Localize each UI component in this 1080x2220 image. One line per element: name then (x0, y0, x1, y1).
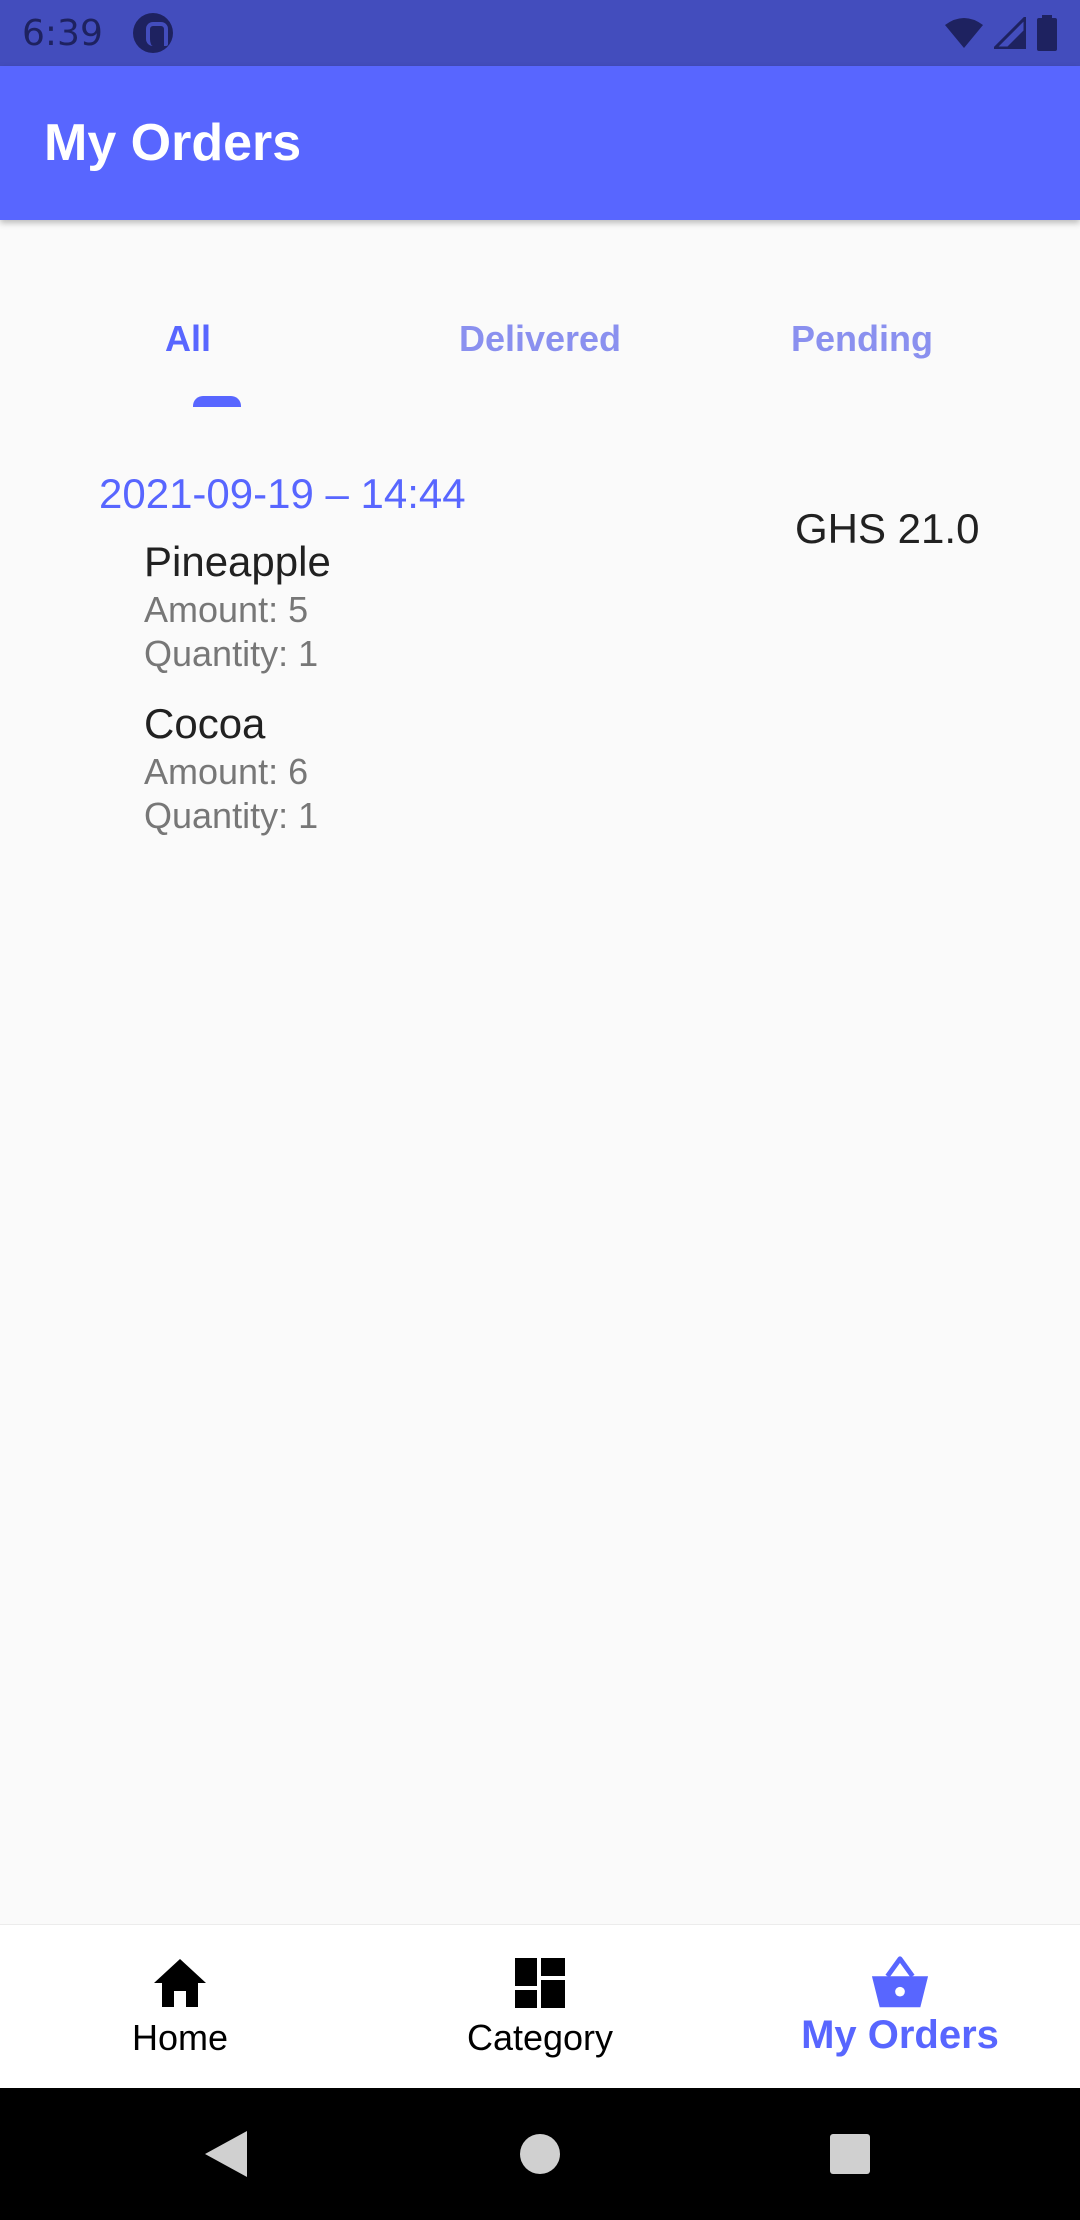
nav-home-label: Home (131, 2017, 229, 2058)
status-bar: 6:39 (0, 0, 1080, 66)
item-amount: Amount: 6 (144, 751, 309, 792)
tab-all-label: All (164, 318, 211, 359)
recents-button[interactable] (790, 2088, 910, 2220)
recents-icon (830, 2134, 870, 2174)
tab-pending[interactable]: Pending (752, 300, 972, 410)
nav-category[interactable]: Category (360, 1925, 720, 2089)
order-item: Cocoa Amount: 6 Quantity: 1 (144, 698, 318, 838)
dashboard-icon (510, 1955, 570, 2011)
item-amount: Amount: 5 (144, 589, 309, 630)
notification-app-icon (132, 13, 173, 53)
home-icon (150, 1955, 210, 2011)
nav-my-orders-label: My Orders (801, 2013, 999, 2057)
tab-pending-label: Pending (791, 318, 933, 359)
home-circle-icon (520, 2134, 560, 2174)
battery-icon (1037, 15, 1057, 51)
item-name: Cocoa (144, 700, 266, 747)
order-item: Pineapple Amount: 5 Quantity: 1 (144, 536, 331, 676)
app-bar: My Orders (0, 66, 1080, 220)
order-date: 2021-09-19 – 14:44 (99, 470, 466, 517)
system-navigation-bar (0, 2088, 1080, 2220)
order-total: GHS 21.0 (795, 505, 980, 552)
item-quantity: Quantity: 1 (144, 795, 319, 836)
status-icons (944, 15, 1058, 51)
basket-icon (870, 1955, 930, 2011)
signal-icon (994, 17, 1026, 49)
order-tabs: All Delivered Pending (0, 300, 1080, 410)
nav-home[interactable]: Home (0, 1925, 360, 2089)
home-button[interactable] (480, 2088, 600, 2220)
tab-delivered[interactable]: Delivered (420, 300, 660, 410)
screen: 6:39 My Orders All Delivered Pending 202… (0, 0, 1080, 2220)
bottom-navigation: Home Category My Orders (0, 1924, 1080, 2088)
wifi-icon (945, 18, 983, 48)
status-time: 6:39 (22, 12, 103, 54)
tab-delivered-label: Delivered (458, 318, 622, 359)
active-tab-indicator (193, 396, 241, 407)
item-quantity: Quantity: 1 (144, 633, 319, 674)
tab-all[interactable]: All (108, 300, 268, 410)
nav-my-orders[interactable]: My Orders (720, 1925, 1080, 2089)
nav-category-label: Category (466, 2017, 614, 2058)
back-button[interactable] (166, 2088, 286, 2220)
back-icon (205, 2131, 247, 2177)
page-title: My Orders (44, 114, 302, 172)
item-name: Pineapple (144, 538, 331, 585)
